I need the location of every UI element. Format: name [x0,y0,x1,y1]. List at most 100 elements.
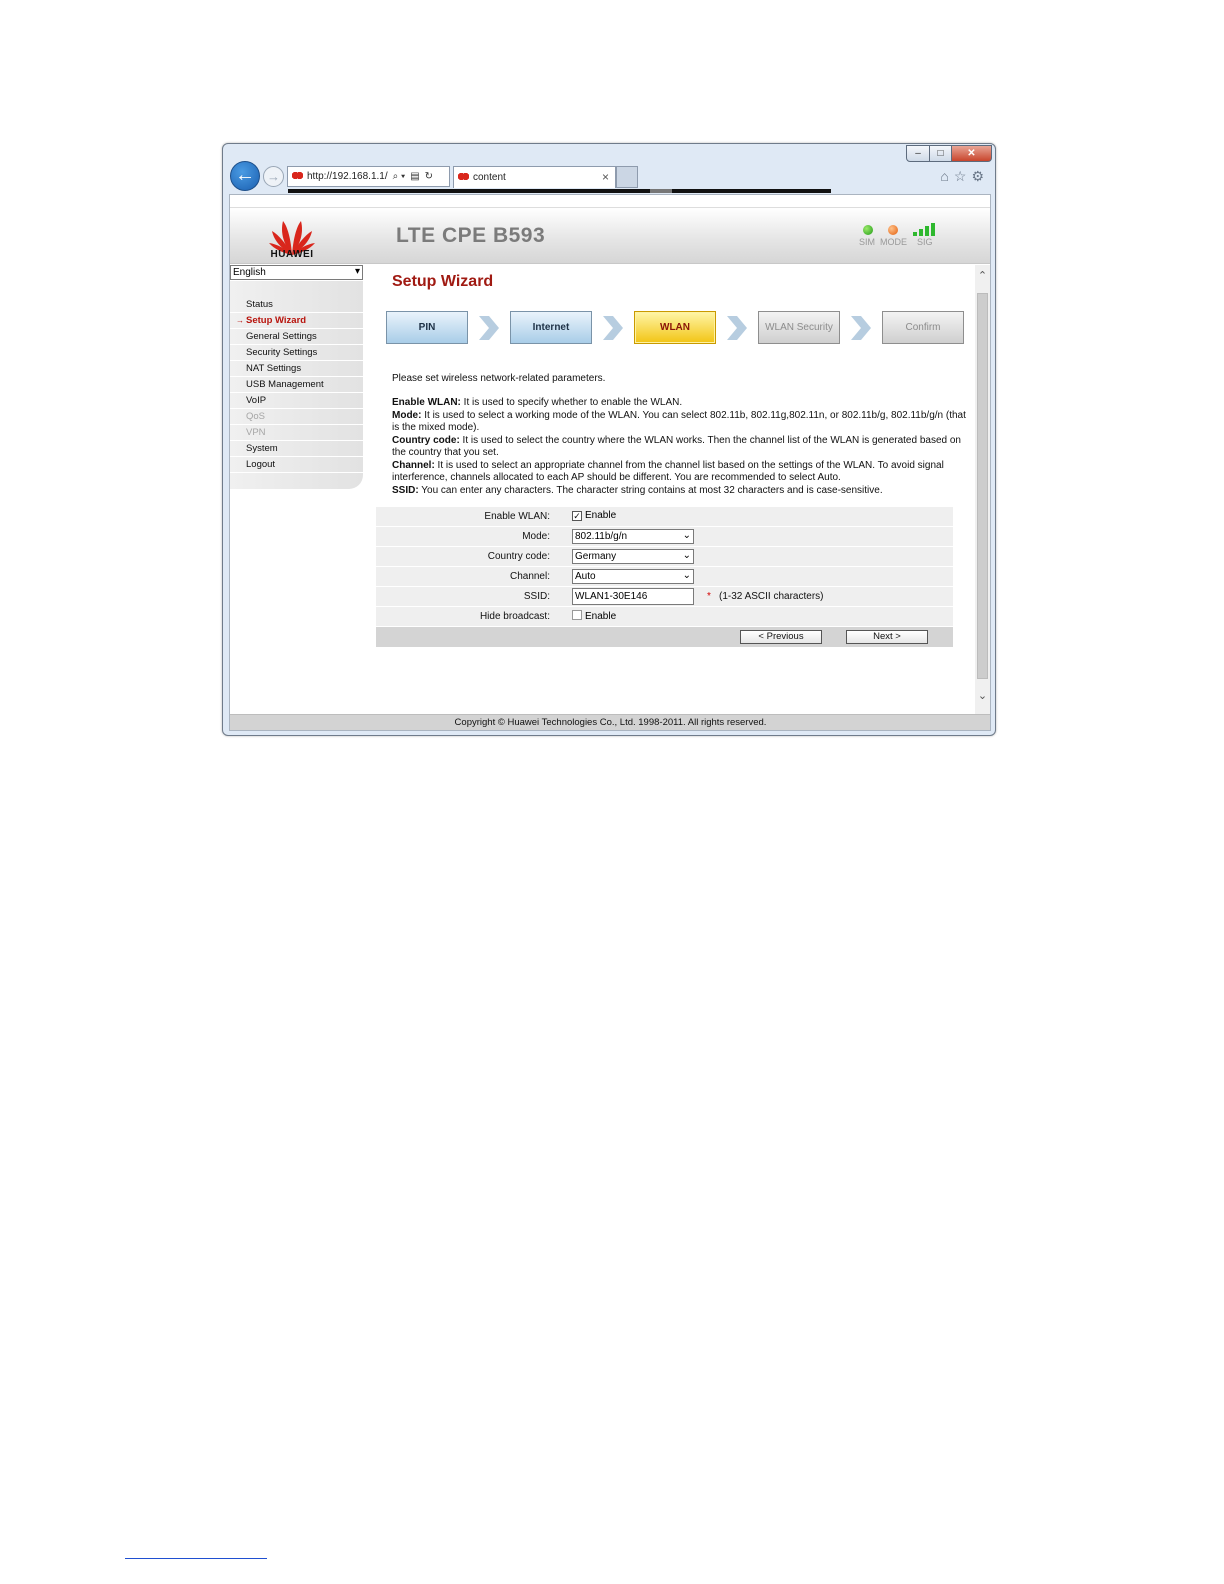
arrow-right-icon: → [236,316,244,325]
chevron-down-icon: ▾ [354,266,360,277]
mode-label: MODE [880,237,907,247]
button-bar: < Previous Next > [376,627,953,647]
huawei-favicon-icon [292,171,303,180]
ssid-row: SSID: WLAN1-30E146 * (1-32 ASCII charact… [376,587,953,607]
hide-broadcast-option: Enable [585,611,617,622]
hide-broadcast-checkbox[interactable] [572,610,582,620]
sidebar-item-status[interactable]: Status [230,297,363,313]
channel-label: Channel: [509,571,550,582]
wizard-step-pin: PIN [386,311,468,344]
page-title: Setup Wizard [392,273,494,290]
tab-favicon-icon [458,172,469,181]
main-content: Setup Wizard PIN Internet WLAN WLAN Securit… [376,265,978,714]
forward-arrow-icon[interactable]: → [263,166,284,187]
browser-tab[interactable]: content × [453,166,616,188]
address-url: http://192.168.1.1/ [307,171,388,182]
enable-wlan-row: Enable WLAN: ✓ Enable [376,507,953,527]
sidebar-item-usb-management[interactable]: USB Management [230,377,363,393]
sidebar-item-label: USB Management [246,379,324,390]
sidebar-item-nat-settings[interactable]: NAT Settings [230,361,363,377]
help-ssid: SSID: You can enter any characters. The … [392,484,883,496]
sim-label: SIM [859,237,876,247]
hide-broadcast-row: Hide broadcast: Enable [376,607,953,627]
ssid-input[interactable]: WLAN1-30E146 [572,588,694,605]
sidebar-item-logout[interactable]: Logout [230,457,363,473]
back-arrow-icon[interactable]: ← [230,161,260,191]
sidebar-item-label: VoIP [246,395,267,406]
address-bar[interactable]: http://192.168.1.1/ ⌕ ▾ ▤ ↻ [287,166,450,187]
tab-close-icon[interactable]: × [602,167,609,188]
chevron-right-icon [603,316,623,340]
help-channel: Channel: It is used to select an appropr… [392,459,944,484]
help-mode: Mode: It is used to select a working mod… [392,409,966,434]
chevron-right-icon [479,316,499,340]
help-country: Country code: It is used to select the c… [392,434,961,459]
enable-wlan-option: Enable [585,510,617,521]
document-footnote-rule [125,1558,267,1559]
refresh-icon[interactable]: ↻ [425,171,433,182]
scroll-thumb[interactable] [977,293,988,679]
browser-tools: ⌂☆⚙ [940,168,989,185]
footer-copyright: Copyright © Huawei Technologies Co., Ltd… [230,714,990,730]
mode-select[interactable]: 802.11b/g/n ⌄ [572,529,694,544]
sidebar-item-label: Setup Wizard [246,315,307,326]
sidebar-item-label: Security Settings [246,347,318,358]
brand-name: HUAWEI [270,249,314,260]
search-icon[interactable]: ⌕ ▾ [393,171,406,182]
mode-label: Mode: [522,531,550,542]
sidebar-item-qos: QoS [230,409,363,425]
wizard-step-internet: Internet [510,311,592,344]
scroll-down-icon[interactable]: ⌄ [975,689,990,702]
sim-status-icon [863,225,873,235]
scroll-up-icon[interactable]: ⌃ [975,269,990,282]
country-select[interactable]: Germany ⌄ [572,549,694,564]
sidebar-item-label: Logout [246,459,276,470]
chevron-right-icon [851,316,871,340]
wlan-form: Enable WLAN: ✓ Enable Mode: 802.11b/g/n ⌄ … [376,507,953,647]
sidebar-item-general-settings[interactable]: General Settings [230,329,363,345]
channel-select[interactable]: Auto ⌄ [572,569,694,584]
sidebar-item-label: Status [246,299,273,310]
chevron-right-icon [727,316,747,340]
wizard-step-wlan: WLAN [634,311,716,344]
channel-row: Channel: Auto ⌄ [376,567,953,587]
hide-broadcast-label: Hide broadcast: [479,611,550,622]
required-marker: * [707,591,711,602]
country-label: Country code: [487,551,550,562]
help-text: Enable WLAN: It is used to specify wheth… [392,397,968,497]
sidebar-item-system[interactable]: System [230,441,363,457]
compat-icon[interactable]: ▤ [410,171,419,182]
language-select[interactable]: English ▾ [230,265,363,280]
enable-wlan-label: Enable WLAN: [484,511,550,522]
mode-row: Mode: 802.11b/g/n ⌄ [376,527,953,547]
sidebar-item-label: General Settings [246,331,317,342]
sig-label: SIG [917,237,933,247]
sidebar-menu: Status → Setup Wizard General Settings Secur… [230,297,363,473]
sidebar: Status → Setup Wizard General Settings Secur… [230,281,363,489]
sidebar-item-security-settings[interactable]: Security Settings [230,345,363,361]
new-tab-button[interactable] [616,166,638,188]
chevron-down-icon: ⌄ [682,550,691,561]
tab-title: content [473,172,506,183]
ssid-hint: (1-32 ASCII characters) [719,591,824,602]
enable-wlan-checkbox[interactable]: ✓ [572,511,582,521]
gear-icon[interactable]: ⚙ [971,168,989,184]
wizard-steps: PIN Internet WLAN WLAN Security Confirm [386,311,966,345]
sidebar-item-setup-wizard[interactable]: → Setup Wizard [230,313,363,329]
help-enable-wlan: Enable WLAN: It is used to specify wheth… [392,397,683,408]
next-button[interactable]: Next > [846,630,928,644]
product-name: LTE CPE B593 [396,224,546,247]
sidebar-item-voip[interactable]: VoIP [230,393,363,409]
previous-button[interactable]: < Previous [740,630,822,644]
home-icon[interactable]: ⌂ [940,168,953,184]
sidebar-item-vpn: VPN [230,425,363,441]
sidebar-item-label: NAT Settings [246,363,302,374]
page-viewport: HUAWEI LTE CPE B593 SIM MODE SIG English… [229,194,991,731]
wizard-step-wlan-security: WLAN Security [758,311,840,344]
country-row: Country code: Germany ⌄ [376,547,953,567]
page-load-bar [288,189,831,193]
sidebar-item-label: QoS [246,411,266,422]
star-icon[interactable]: ☆ [954,168,972,184]
chevron-down-icon: ⌄ [682,530,691,541]
scrollbar[interactable]: ⌃ ⌄ [975,265,990,714]
